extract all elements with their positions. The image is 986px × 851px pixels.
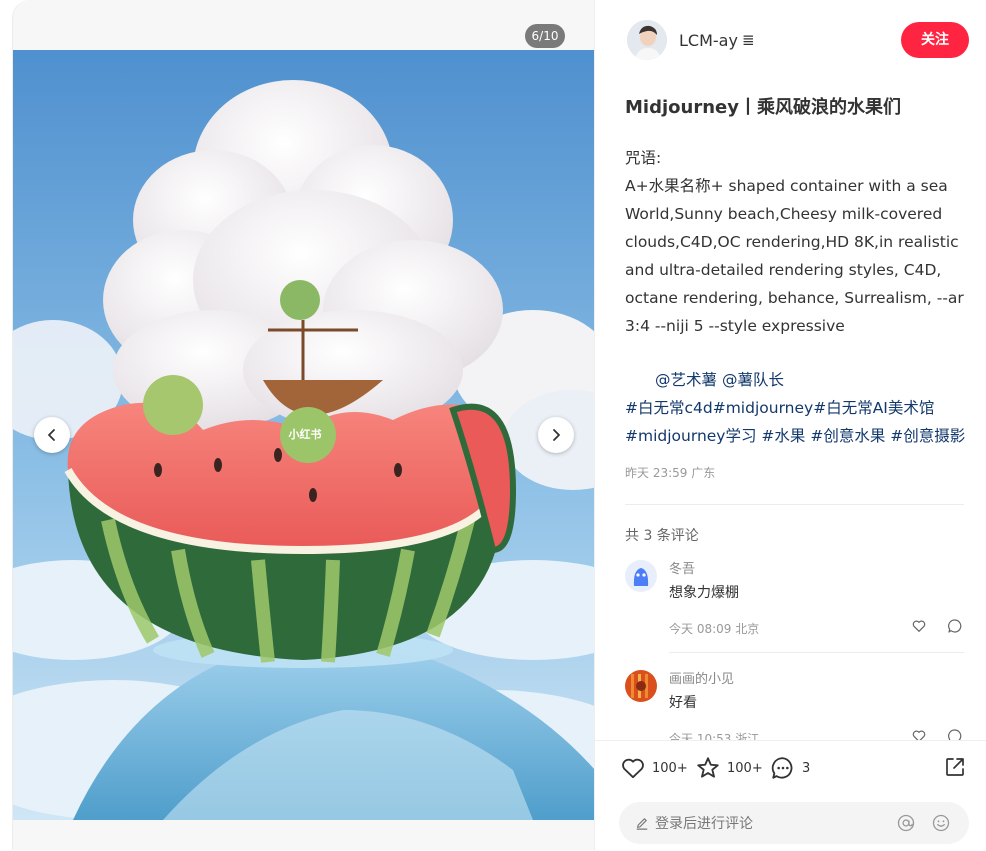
watermark-logo: 小红书: [288, 428, 322, 441]
note-tags: @艺术薯 @薯队长 #白无常c4d#midjourney#白无常AI美术馆 #m…: [625, 366, 970, 450]
hashtag-link[interactable]: #midjourney学习: [625, 427, 756, 445]
at-mention-icon[interactable]: [896, 813, 916, 833]
commenter-avatar[interactable]: [625, 560, 657, 592]
share-button[interactable]: [943, 755, 967, 779]
comment-reply-button[interactable]: [947, 728, 963, 740]
hashtag-link[interactable]: #midjourney: [713, 399, 813, 417]
comment-list: 冬吾 想象力爆棚 今天 08:09 北京 画画的小见 好看 今天 10:53 浙…: [625, 558, 965, 740]
follow-button[interactable]: 关注: [901, 22, 969, 58]
author-info[interactable]: LCM-ay ≣: [627, 20, 755, 60]
author-name[interactable]: LCM-ay: [679, 31, 738, 50]
engagement-bar: 100+ 100+ 3 登录后进行评论: [595, 740, 986, 851]
commenter-avatar[interactable]: [625, 670, 657, 702]
comment-item: 画画的小见 好看 今天 10:53 浙江: [625, 668, 965, 740]
collect-count: 100+: [727, 760, 763, 776]
comment-input-placeholder: 登录后进行评论: [655, 816, 753, 832]
comment-text: 好看: [669, 695, 697, 711]
chevron-right-icon: [553, 429, 560, 441]
emoji-icon[interactable]: [931, 813, 951, 833]
comment-divider: [669, 652, 964, 653]
share-icon: [946, 758, 964, 776]
comment-like-button[interactable]: [911, 618, 927, 638]
note-title: Midjourney丨乘风破浪的水果们: [625, 97, 901, 118]
mention-link[interactable]: @薯队长: [722, 371, 784, 389]
prev-image-button[interactable]: [34, 417, 70, 453]
like-button[interactable]: 100+: [620, 755, 688, 781]
comment-reply-button[interactable]: [947, 618, 963, 638]
hashtag-link[interactable]: #创意水果: [810, 427, 885, 445]
comment-time: 今天 10:53 浙江: [669, 732, 760, 740]
commenter-name[interactable]: 冬吾: [669, 558, 695, 577]
note-description: 咒语: A+水果名称+ shaped container with a sea …: [625, 149, 964, 335]
heart-icon: [912, 620, 926, 632]
heart-icon: [912, 730, 926, 740]
chat-bubble-icon: [948, 619, 962, 633]
hashtag-link[interactable]: #白无常AI美术馆: [813, 399, 934, 417]
comments-count: 共 3 条评论: [625, 528, 699, 544]
image-counter: 6/10: [525, 24, 565, 48]
media-panel: 6/10 小红书: [12, 0, 595, 850]
next-image-button[interactable]: [538, 417, 574, 453]
comment-text: 想象力爆棚: [669, 585, 739, 601]
chevron-left-icon: [48, 429, 55, 441]
comment-time: 今天 08:09 北京: [669, 622, 760, 636]
hashtag-link[interactable]: #创意摄影: [890, 427, 965, 445]
chat-bubble-icon: [771, 757, 793, 779]
chat-bubble-icon: [948, 729, 962, 740]
note-detail-panel: LCM-ay ≣ 关注 Midjourney丨乘风破浪的水果们 咒语: A+水果…: [594, 0, 986, 851]
pencil-icon: [636, 818, 648, 830]
collect-button[interactable]: 100+: [695, 755, 763, 781]
comment-input[interactable]: 登录后进行评论: [619, 802, 969, 844]
heart-icon: [622, 758, 644, 779]
comment-like-button[interactable]: [911, 728, 927, 740]
comment-item: 冬吾 想象力爆棚 今天 08:09 北京: [625, 558, 965, 658]
commenter-name[interactable]: 画画的小见: [669, 668, 734, 687]
author-avatar[interactable]: [627, 20, 667, 60]
mention-link[interactable]: @艺术薯: [655, 371, 717, 389]
divider: [625, 504, 964, 505]
note-date: 昨天 23:59 广东: [625, 466, 716, 480]
author-badge-icon: ≣: [741, 31, 755, 49]
comment-count: 3: [802, 760, 811, 776]
like-count: 100+: [652, 760, 688, 776]
hashtag-link[interactable]: #白无常c4d: [625, 399, 713, 417]
hashtag-link[interactable]: #水果: [761, 427, 805, 445]
comment-button[interactable]: 3: [770, 755, 810, 781]
star-icon: [697, 757, 719, 778]
